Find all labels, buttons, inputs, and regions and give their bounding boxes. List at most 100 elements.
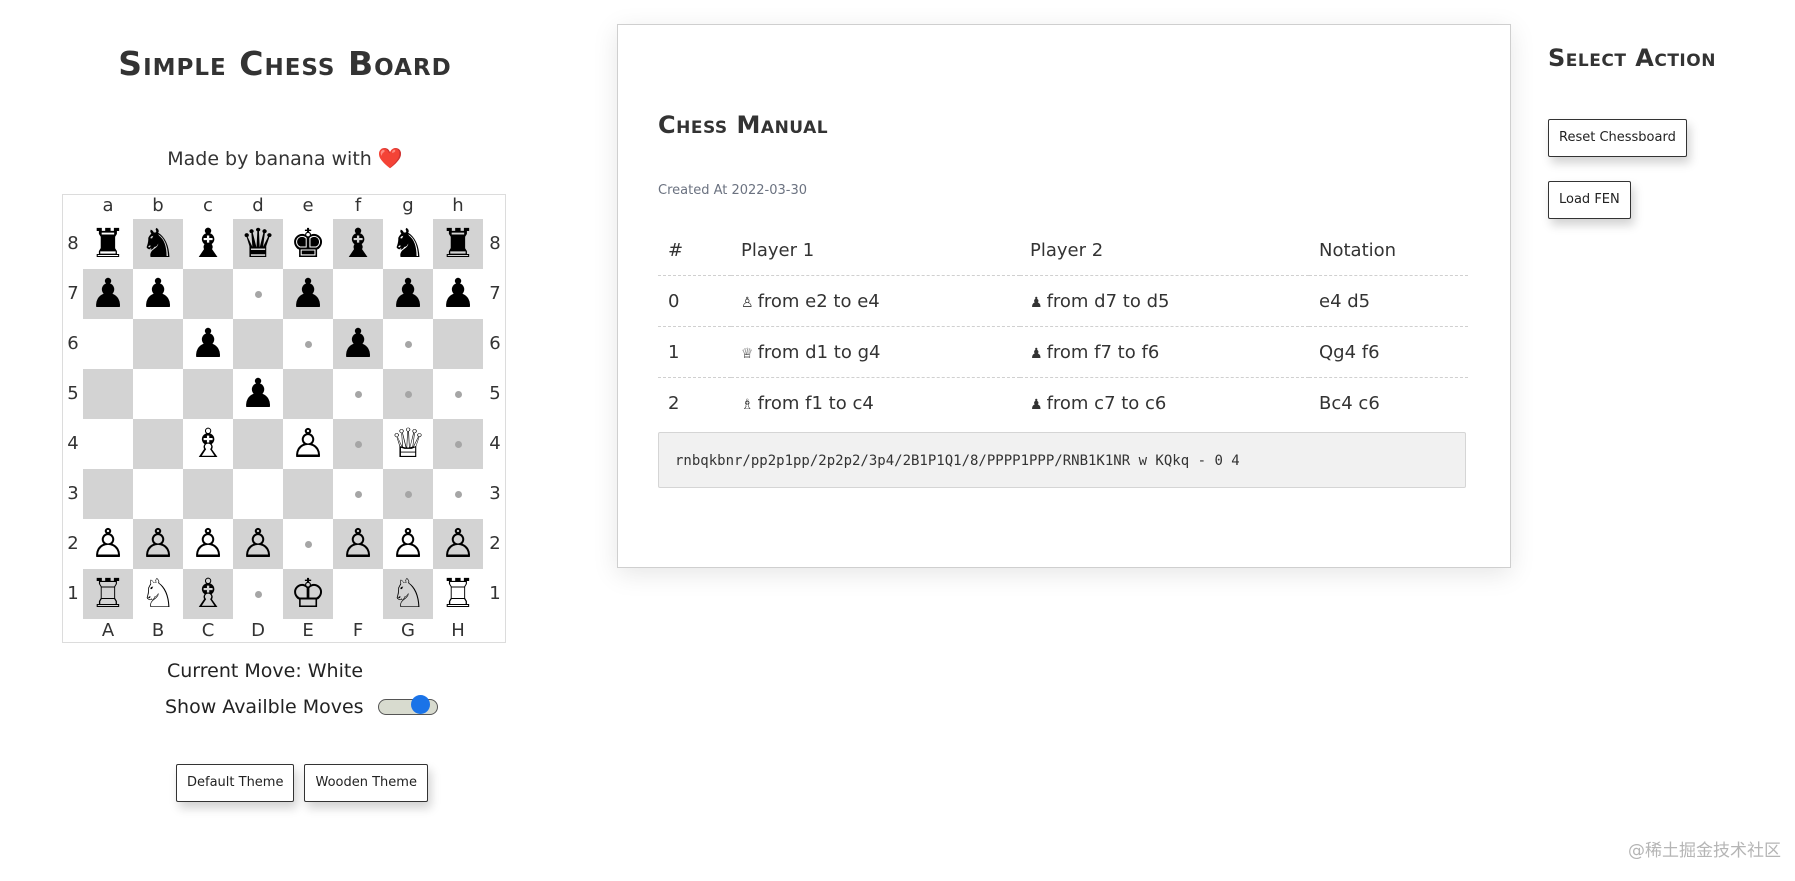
board-square[interactable]: ♟ (333, 319, 383, 369)
board-square[interactable]: ♙ (183, 519, 233, 569)
move-number: 1 (658, 326, 731, 378)
move-hint-dot (404, 490, 412, 498)
board-square[interactable] (233, 569, 283, 619)
board-square[interactable]: ♙ (383, 519, 433, 569)
board-square[interactable] (133, 369, 183, 419)
board-square[interactable]: ♙ (333, 519, 383, 569)
board-square[interactable]: ♗ (183, 419, 233, 469)
rank-label: 8 (489, 233, 501, 254)
file-labels-bottom: A B C D E F G H (83, 620, 483, 642)
board-square[interactable] (133, 319, 183, 369)
table-row: 0 ♙ from e2 to e4 ♟ from d7 to d5 e4 d5 (658, 275, 1468, 327)
board-square[interactable]: ♞ (133, 219, 183, 269)
white-pawn-icon: ♙ (240, 521, 276, 567)
board-square[interactable]: ♟ (83, 269, 133, 319)
move-notation: e4 d5 (1309, 275, 1468, 327)
board-square[interactable]: ♜ (83, 219, 133, 269)
board-square[interactable] (83, 419, 133, 469)
board-square[interactable]: ♞ (383, 219, 433, 269)
board-square[interactable] (333, 269, 383, 319)
board-square[interactable] (183, 469, 233, 519)
board-square[interactable]: ♜ (433, 219, 483, 269)
board-square[interactable]: ♙ (283, 419, 333, 469)
file-label: G (401, 620, 415, 641)
rank-label: 6 (489, 333, 501, 354)
board-square[interactable] (183, 269, 233, 319)
board-square[interactable] (233, 419, 283, 469)
move-number: 2 (668, 392, 680, 414)
board-square[interactable]: ♘ (133, 569, 183, 619)
reset-chessboard-button[interactable]: Reset Chessboard (1548, 119, 1687, 157)
rank-label: 5 (67, 383, 79, 404)
board-square[interactable]: ♝ (183, 219, 233, 269)
board-square[interactable] (283, 369, 333, 419)
board-square[interactable]: ♚ (283, 219, 333, 269)
board-square[interactable]: ♙ (133, 519, 183, 569)
default-theme-button[interactable]: Default Theme (176, 764, 295, 802)
board-square[interactable]: ♟ (233, 369, 283, 419)
board-square[interactable] (83, 469, 133, 519)
board-square[interactable]: ♗ (183, 569, 233, 619)
board-square[interactable] (133, 469, 183, 519)
file-label: H (451, 620, 465, 641)
board-square[interactable]: ♟ (433, 269, 483, 319)
board-square[interactable] (383, 369, 433, 419)
rank-labels-right: 8 7 6 5 4 3 2 1 (485, 219, 505, 619)
white-queen-icon: ♕ (390, 421, 426, 467)
board-square[interactable] (233, 269, 283, 319)
board-square[interactable] (383, 469, 433, 519)
board-square[interactable]: ♕ (383, 419, 433, 469)
board-square[interactable] (83, 319, 133, 369)
board-square[interactable] (283, 319, 333, 369)
board-square[interactable]: ♟ (133, 269, 183, 319)
board-square[interactable]: ♟ (283, 269, 333, 319)
white-pawn-icon: ♙ (290, 421, 326, 467)
board-square[interactable] (433, 419, 483, 469)
board-square[interactable]: ♝ (333, 219, 383, 269)
board-square[interactable] (83, 369, 133, 419)
black-rook-icon: ♜ (440, 221, 476, 267)
board-square[interactable]: ♟ (183, 319, 233, 369)
white-rook-icon: ♖ (90, 571, 126, 617)
file-label: E (302, 620, 314, 641)
header-num: # (658, 225, 731, 276)
board-square[interactable] (233, 319, 283, 369)
board-square[interactable] (333, 369, 383, 419)
board-square[interactable]: ♟ (383, 269, 433, 319)
board-square[interactable] (333, 469, 383, 519)
board-square[interactable] (383, 319, 433, 369)
white-pawn-icon: ♙ (190, 521, 226, 567)
rank-label: 7 (489, 283, 501, 304)
board-square[interactable]: ♙ (433, 519, 483, 569)
move-hint-dot (454, 440, 462, 448)
board-square[interactable] (433, 469, 483, 519)
board-square[interactable]: ♖ (83, 569, 133, 619)
rank-label: 4 (67, 433, 79, 454)
load-fen-button[interactable]: Load FEN (1548, 181, 1631, 219)
board-square[interactable]: ♘ (383, 569, 433, 619)
table-row: 2 ♗ from f1 to c4 ♟ from c7 to c6 Bc4 c6 (658, 378, 1468, 429)
board-square[interactable] (233, 469, 283, 519)
move-number: 0 (658, 275, 731, 327)
show-moves-toggle[interactable] (377, 695, 438, 715)
black-pawn-icon: ♟ (290, 271, 326, 317)
board-square[interactable]: ♛ (233, 219, 283, 269)
board-square[interactable] (133, 419, 183, 469)
board-square[interactable]: ♙ (83, 519, 133, 569)
board-square[interactable] (183, 369, 233, 419)
board-square[interactable] (333, 569, 383, 619)
board-square[interactable] (433, 319, 483, 369)
file-label: b (152, 195, 164, 216)
header-player1: Player 1 (731, 225, 1020, 276)
board-square[interactable]: ♔ (283, 569, 333, 619)
board-square[interactable] (333, 419, 383, 469)
board-square[interactable] (433, 369, 483, 419)
chessboard-container: abcdefgh 87654321 ♜ ♞ ♝ ♛ ♚ ♝ ♞ ♜ ♟ ♟ ♟ ♟ ♟ ♟ ♟ ♟ ♗ ♙ ♕ ♙ ♙ ♙… (62, 194, 506, 643)
wooden-theme-button[interactable]: Wooden Theme (304, 764, 428, 802)
player2-move-text: from d7 to d5 (1046, 290, 1170, 312)
board-square[interactable]: ♙ (233, 519, 283, 569)
board-square[interactable] (283, 469, 333, 519)
player2-move: ♟ from c7 to c6 (1020, 378, 1309, 429)
board-square[interactable]: ♖ (433, 569, 483, 619)
board-square[interactable] (283, 519, 333, 569)
